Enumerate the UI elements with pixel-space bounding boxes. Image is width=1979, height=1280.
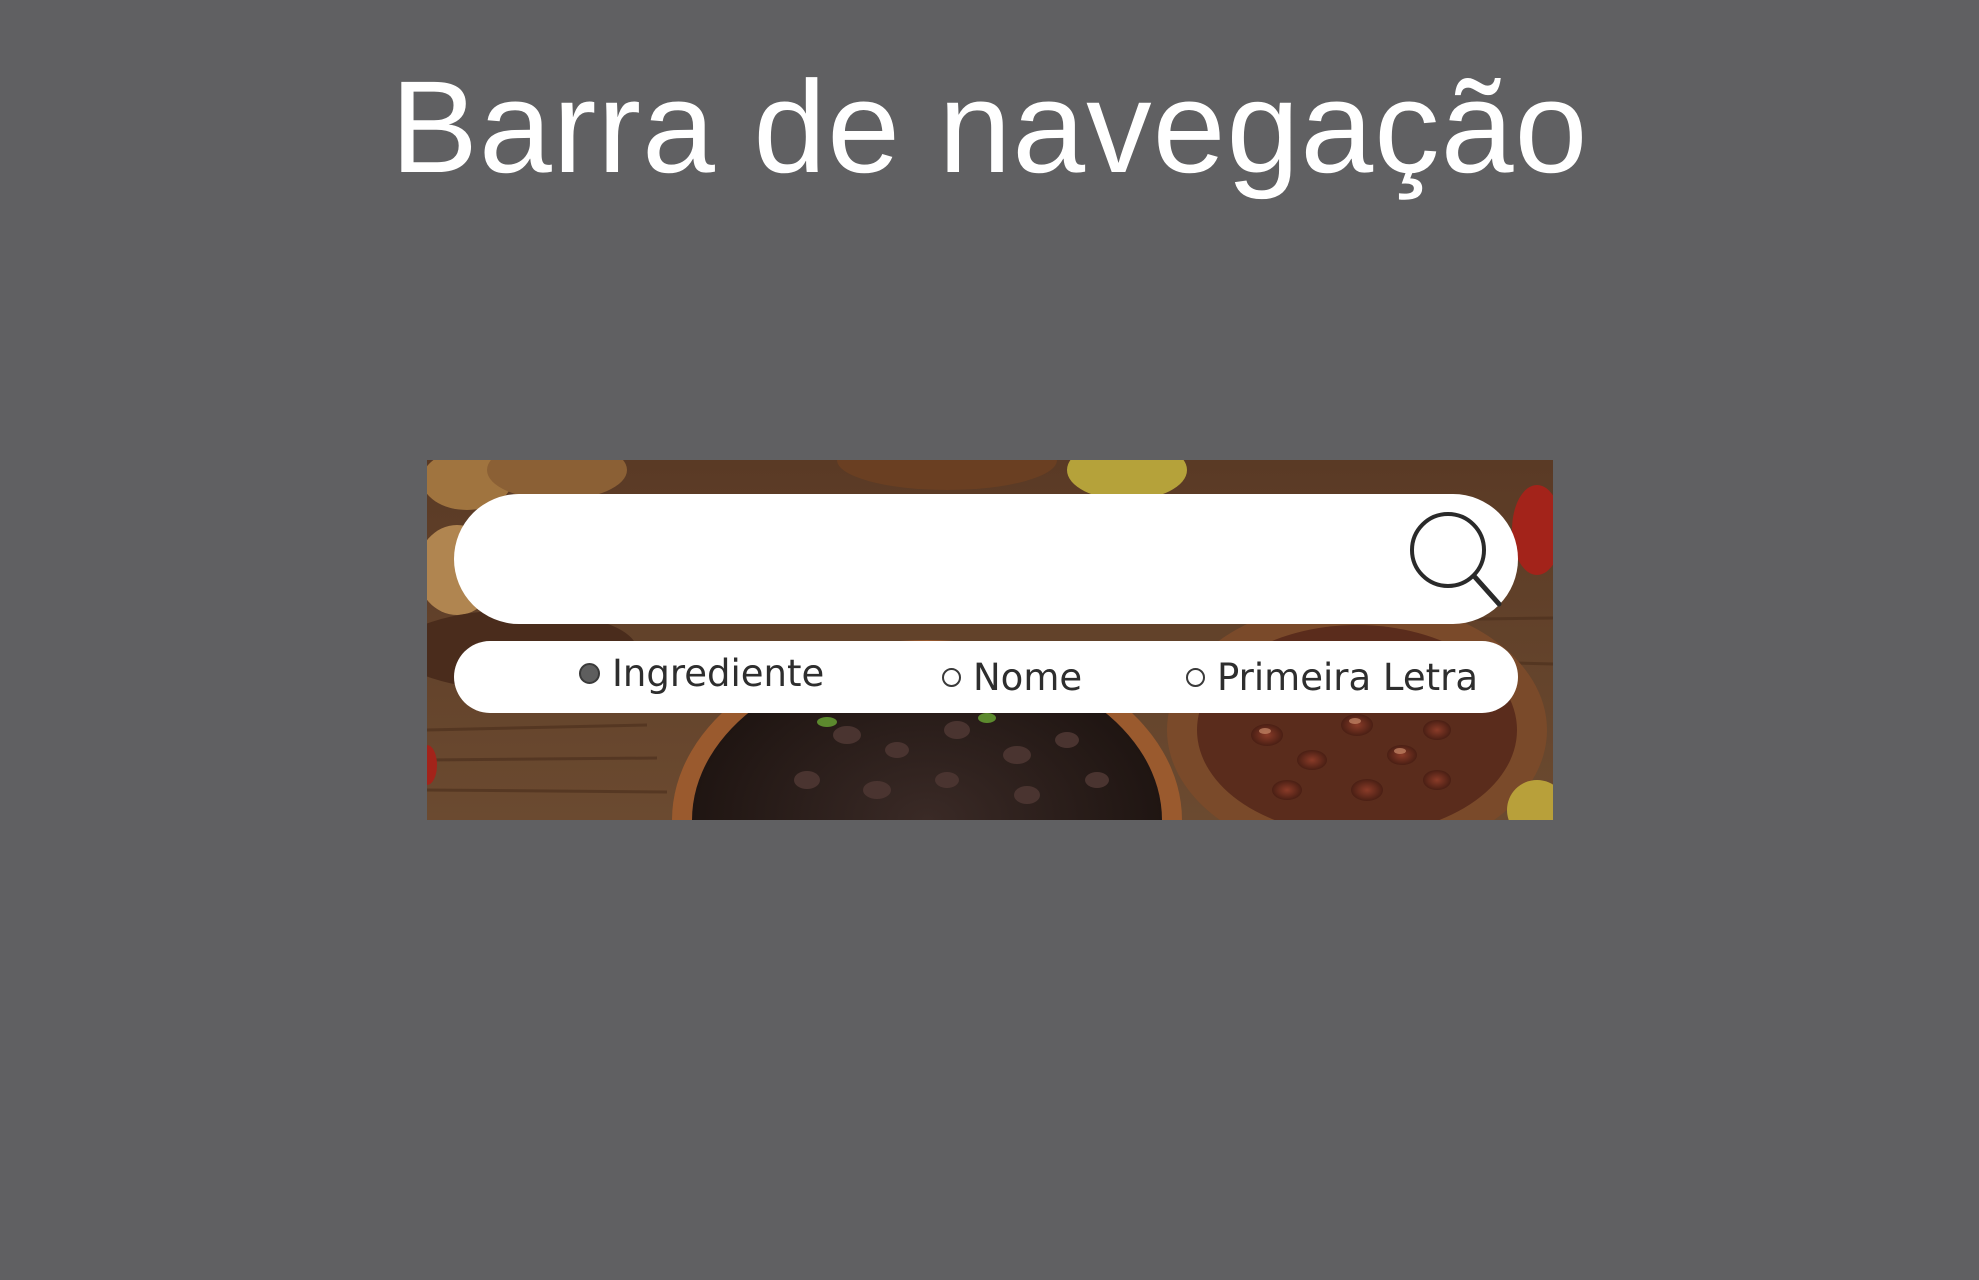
option-ingrediente[interactable]: Ingrediente (579, 637, 824, 709)
option-label: Ingrediente (612, 651, 825, 695)
search-button[interactable] (1404, 506, 1508, 610)
radio-unchecked-icon[interactable] (1186, 667, 1205, 687)
option-primeira-letra[interactable]: Primeira Letra (1186, 641, 1478, 713)
option-label: Primeira Letra (1217, 655, 1479, 699)
radio-unchecked-icon[interactable] (942, 667, 961, 687)
search-type-options: Ingrediente Nome Primeira Letra (454, 641, 1518, 713)
search-bar (454, 494, 1518, 624)
option-label: Nome (973, 655, 1083, 699)
search-input[interactable] (504, 524, 1388, 596)
search-icon (1410, 512, 1502, 607)
search-banner: Ingrediente Nome Primeira Letra (427, 460, 1553, 820)
page-title: Barra de navegação (390, 53, 1589, 200)
option-nome[interactable]: Nome (942, 641, 1082, 713)
radio-checked-icon[interactable] (579, 662, 600, 684)
